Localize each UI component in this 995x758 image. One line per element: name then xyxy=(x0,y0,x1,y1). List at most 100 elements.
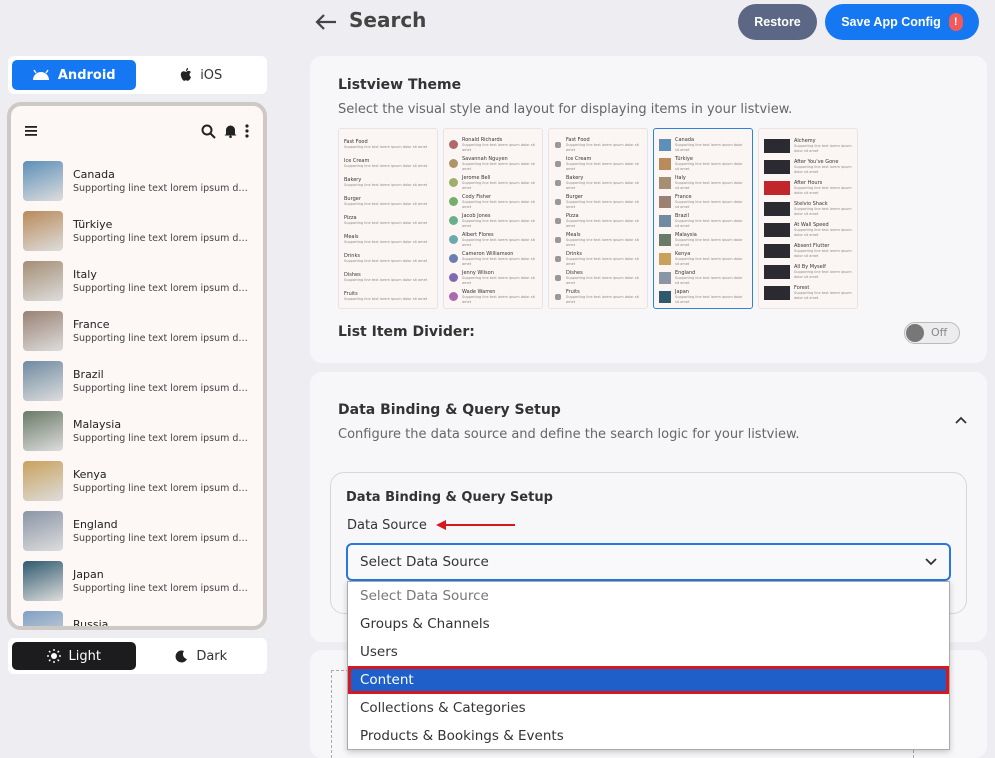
theme-preview-row: Brazil Supporting line text lorem ipsum d… xyxy=(659,211,747,230)
phone-list-item[interactable]: Japan Supporting line text lorem ipsum do… xyxy=(11,556,263,606)
dropdown-option[interactable]: Groups & Channels xyxy=(348,610,949,638)
phone-list-item[interactable]: Italy Supporting line text lorem ipsum do… xyxy=(11,256,263,306)
toggle-state: Off xyxy=(931,326,948,339)
back-arrow-icon[interactable] xyxy=(315,13,337,31)
phone-list-item[interactable]: Kenya Supporting line text lorem ipsum do… xyxy=(11,456,263,506)
category-icon xyxy=(555,293,561,300)
theme-item-subtitle: Supporting line text lorem ipsum dolor s… xyxy=(344,145,428,149)
theme-item-subtitle: Supporting line text lorem ipsum dolor s… xyxy=(462,237,535,247)
theme-preview-row: Bakery Supporting line text lorem ipsum d… xyxy=(344,173,432,192)
theme-item-subtitle: Supporting line text lorem ipsum dolor s… xyxy=(566,237,639,247)
list-item-title: Kenya xyxy=(73,468,107,481)
theme-preview-row: Dishes Supporting line text lorem ipsum d… xyxy=(554,268,642,287)
theme-option-video[interactable]: Alchemy Supporting line text lorem ipsum … xyxy=(758,128,858,309)
thumbnail-icon xyxy=(659,176,671,189)
list-thumbnail xyxy=(23,461,63,501)
list-item-title: Canada xyxy=(73,168,115,181)
moon-icon xyxy=(175,649,188,662)
dark-theme-tab[interactable]: Dark xyxy=(140,642,264,670)
theme-item-subtitle: Supporting line text lorem ipsum dolor s… xyxy=(566,180,639,190)
category-icon xyxy=(555,217,561,224)
theme-item-title: Bessie Cooper xyxy=(462,308,537,309)
list-item-subtitle: Supporting line text lorem ipsum dol... xyxy=(73,233,248,244)
android-tab[interactable]: Android xyxy=(12,60,136,90)
list-thumbnail xyxy=(23,261,63,301)
data-source-select[interactable]: Select Data Source xyxy=(346,543,951,581)
theme-item-subtitle: Supporting line text lorem ipsum dolor s… xyxy=(675,199,743,209)
category-icon xyxy=(555,160,561,167)
theme-item-subtitle: Supporting line text lorem ipsum dolor s… xyxy=(462,180,535,190)
theme-option-icon[interactable]: Fast Food Supporting line text lorem ipsu… xyxy=(548,128,648,309)
theme-preview-row: Fast FoodSupporting line text lorem ipsu… xyxy=(344,135,432,154)
theme-preview-row: Pizza Supporting line text lorem ipsum do… xyxy=(344,211,432,230)
theme-preview-row: Bakery Supporting line text lorem ipsum d… xyxy=(554,173,642,192)
ios-label: iOS xyxy=(200,67,223,83)
list-thumbnail xyxy=(23,211,63,251)
video-thumbnail-icon xyxy=(764,138,790,153)
android-icon xyxy=(32,69,49,80)
list-thumbnail xyxy=(23,161,63,201)
more-vert-icon[interactable] xyxy=(245,124,249,138)
theme-item-subtitle: Supporting line text lorem ipsum dolor s… xyxy=(566,161,639,171)
phone-list-item[interactable]: Brazil Supporting line text lorem ipsum d… xyxy=(11,356,263,406)
phone-list-item[interactable]: Türkiye Supporting line text lorem ipsum … xyxy=(11,206,263,256)
bell-icon[interactable] xyxy=(224,124,237,138)
divider-toggle[interactable]: Off xyxy=(904,322,960,344)
theme-option-text[interactable]: Fast Food Supporting line text lorem ipsu… xyxy=(338,128,438,309)
phone-list-item[interactable]: France Supporting line text lorem ipsum d… xyxy=(11,306,263,356)
avatar-icon xyxy=(449,292,458,301)
phone-list-item[interactable]: RussiaSupporting line text lorem ipsum d… xyxy=(11,606,263,630)
theme-preview-row: Burger Supporting line text lorem ipsum d… xyxy=(554,192,642,211)
list-item-subtitle: Supporting line text lorem ipsum dol... xyxy=(73,533,248,544)
menu-icon[interactable] xyxy=(25,125,39,137)
theme-item-subtitle: Supporting line text lorem ipsum dolor s… xyxy=(794,290,852,300)
theme-preview-row: Alchemy Supporting line text lorem ipsum … xyxy=(764,135,852,156)
list-item-title: Russia xyxy=(73,618,109,630)
theme-preview-row: DrinksSupporting line text lorem ipsum d… xyxy=(554,249,642,268)
light-theme-tab[interactable]: Light xyxy=(12,642,136,670)
avatar-icon xyxy=(449,197,458,206)
list-item-subtitle: Supporting line text lorem ipsum dol... xyxy=(73,433,248,444)
list-item-subtitle: Supporting line text lorem ipsum dol... xyxy=(73,583,248,594)
phone-list-item[interactable]: Malaysia Supporting line text lorem ipsum… xyxy=(11,406,263,456)
theme-preview-row: Fast FoodSupporting line text lorem ipsu… xyxy=(344,306,432,308)
theme-item-subtitle: Supporting line text lorem ipsum dolor s… xyxy=(794,248,852,258)
avatar-icon xyxy=(449,178,458,187)
list-item-subtitle: Supporting line text lorem ipsum dol... xyxy=(73,383,248,394)
list-item-subtitle: Supporting line text lorem ipsum dol... xyxy=(73,283,248,294)
dropdown-option[interactable]: Users xyxy=(348,638,949,666)
dropdown-option[interactable]: Products & Bookings & Events xyxy=(348,722,949,750)
category-icon xyxy=(555,255,561,262)
video-thumbnail-icon xyxy=(764,285,790,300)
theme-preview-row: Ronald Richards Supporting line text lore… xyxy=(449,135,537,154)
ios-tab[interactable]: iOS xyxy=(140,60,264,90)
theme-preview-row: Fast FoodSupporting line text lorem ipsu… xyxy=(554,135,642,154)
data-source-dropdown: Select Data Source Groups & Channels Users… xyxy=(347,581,950,750)
phone-list-item[interactable]: Canada Supporting line text lorem ipsum d… xyxy=(11,156,263,206)
dropdown-option[interactable]: Collections & Categories xyxy=(348,694,949,722)
dropdown-option[interactable]: Select Data Source xyxy=(348,582,949,610)
theme-preview-row: Ice Cream Supporting line text lorem ipsu… xyxy=(344,154,432,173)
theme-item-subtitle: Supporting line text lorem ipsum dolor s… xyxy=(462,256,535,266)
chevron-up-icon[interactable] xyxy=(955,416,967,424)
save-app-config-button[interactable]: Save App Config ! xyxy=(825,4,979,40)
sun-icon xyxy=(46,649,61,663)
theme-toggle: Light Dark xyxy=(8,638,267,674)
search-icon[interactable] xyxy=(201,124,216,139)
phone-list-item[interactable]: England Supporting line text lorem ipsum … xyxy=(11,506,263,556)
annotation-arrow-icon xyxy=(436,520,515,530)
theme-item-subtitle: Supporting line text lorem ipsum dolor s… xyxy=(794,227,852,237)
theme-item-subtitle: Supporting line text lorem ipsum dolor s… xyxy=(675,142,743,152)
theme-preview-row: France Supporting line text lorem ipsum d… xyxy=(659,192,747,211)
theme-preview-row: Stelvio Shack Supporting line text lorem … xyxy=(764,198,852,219)
theme-preview-row: Italy Supporting line text lorem ipsum do… xyxy=(659,173,747,192)
restore-button[interactable]: Restore xyxy=(738,4,817,40)
dropdown-option[interactable]: Content xyxy=(348,666,949,694)
inner-section-title: Data Binding & Query Setup xyxy=(346,490,553,505)
theme-option-thumb[interactable]: Canada Supporting line text lorem ipsum d… xyxy=(653,128,753,309)
theme-item-subtitle: Supporting line text lorem ipsum dolor s… xyxy=(794,164,852,174)
video-thumbnail-icon xyxy=(764,180,790,195)
theme-item-subtitle: Supporting line text lorem ipsum dolor s… xyxy=(344,202,428,206)
thumbnail-icon xyxy=(659,138,671,151)
theme-option-avatar[interactable]: Ronald Richards Supporting line text lore… xyxy=(443,128,543,309)
